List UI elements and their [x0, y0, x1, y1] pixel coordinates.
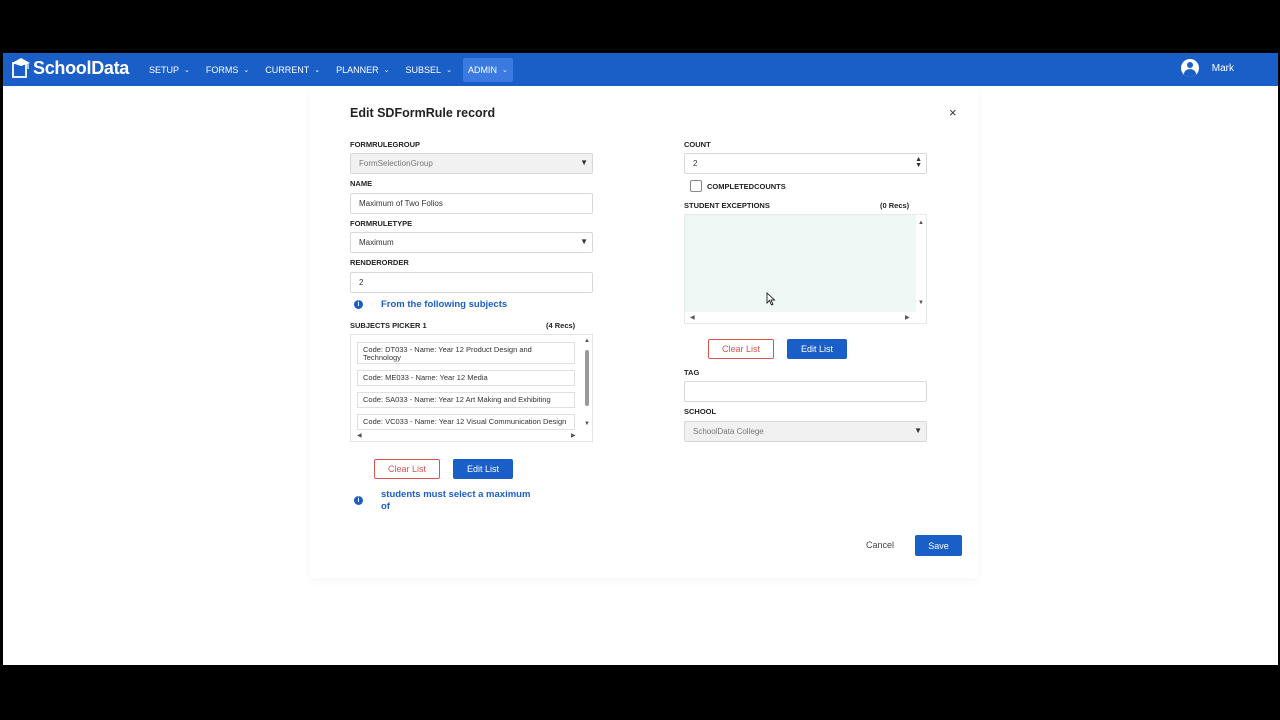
- renderorder-input[interactable]: 2: [350, 272, 593, 293]
- vertical-scrollbar[interactable]: ▲ ▼: [582, 335, 592, 433]
- nav-current[interactable]: CURRENT ⌄: [260, 58, 325, 82]
- count-label: COUNT: [684, 140, 711, 149]
- formruletype-select[interactable]: Maximum ▼: [350, 232, 593, 253]
- list-item[interactable]: Code: ME033 - Name: Year 12 Media: [357, 370, 575, 386]
- student-exceptions-count: (0 Recs): [880, 201, 910, 210]
- top-navbar: SchoolData SETUP ⌄ FORMS ⌄ CURRENT ⌄ PLANNE…: [3, 53, 1278, 86]
- mouse-cursor-icon: [766, 292, 776, 306]
- scroll-up-icon[interactable]: ▲: [584, 338, 590, 344]
- list-item[interactable]: Code: VC033 - Name: Year 12 Visual Commu…: [357, 414, 575, 430]
- scroll-right-icon[interactable]: ▶: [905, 314, 910, 321]
- formruletype-label: FORMRULETYPE: [350, 219, 413, 228]
- chevron-down-icon: ⌄: [446, 66, 452, 74]
- school-label: SCHOOL: [684, 407, 717, 416]
- nav-subsel-label: SUBSEL: [405, 64, 442, 75]
- subjects-picker-count: (4 Recs): [546, 321, 576, 330]
- stepper-icon[interactable]: ▲ ▼: [915, 156, 922, 169]
- close-icon[interactable]: ×: [949, 105, 957, 120]
- subjects-picker-list[interactable]: Code: DT033 - Name: Year 12 Product Desi…: [350, 334, 593, 442]
- list-item[interactable]: Code: DT033 - Name: Year 12 Product Desi…: [357, 342, 575, 364]
- chevron-down-icon: ⌄: [243, 66, 250, 74]
- info-subjects-text: From the following subjects: [381, 299, 508, 310]
- nav-admin-label: ADMIN: [467, 64, 497, 75]
- chevron-down-icon: ▼: [580, 158, 588, 167]
- save-button[interactable]: Save: [915, 535, 962, 556]
- nav-forms[interactable]: FORMS ⌄: [201, 58, 254, 82]
- list-item[interactable]: Code: SA033 - Name: Year 12 Art Making a…: [357, 392, 575, 408]
- name-input[interactable]: Maximum of Two Folios: [350, 193, 593, 214]
- edit-list-button[interactable]: Edit List: [787, 339, 847, 359]
- main-menu: SETUP ⌄ FORMS ⌄ CURRENT ⌄ PLANNER ⌄ SUBSEL ⌄ …: [144, 53, 519, 86]
- cancel-button[interactable]: Cancel: [858, 535, 902, 555]
- nav-current-label: CURRENT: [265, 64, 310, 75]
- clear-list-button[interactable]: Clear List: [374, 459, 440, 479]
- renderorder-value: 2: [359, 278, 364, 287]
- student-exceptions-label: STUDENT EXCEPTIONS: [684, 201, 770, 210]
- logo-text: SchoolData: [33, 57, 130, 78]
- scroll-down-icon[interactable]: ▼: [584, 421, 590, 427]
- formrulegroup-select[interactable]: FormSelectionGroup ▼: [350, 153, 593, 174]
- schooldata-logo[interactable]: SchoolData: [11, 57, 129, 79]
- chevron-down-icon: ▼: [580, 237, 588, 246]
- chevron-down-icon: ⌄: [383, 66, 390, 74]
- info-icon: i: [354, 496, 363, 505]
- tag-input[interactable]: [684, 381, 927, 402]
- nav-setup-label: SETUP: [149, 64, 180, 75]
- clear-list-button[interactable]: Clear List: [708, 339, 774, 359]
- formruletype-value: Maximum: [359, 238, 394, 247]
- school-value: SchoolData College: [693, 427, 764, 436]
- nav-admin[interactable]: ADMIN ⌄: [462, 57, 513, 82]
- dialog-title: Edit SDFormRule record: [350, 106, 496, 120]
- nav-planner[interactable]: PLANNER ⌄: [331, 58, 394, 82]
- renderorder-label: RENDERORDER: [350, 258, 409, 267]
- chevron-down-icon: ⌄: [184, 66, 190, 74]
- tag-label: TAG: [684, 368, 700, 377]
- logo-icon: [11, 57, 31, 79]
- user-avatar-icon: [1180, 59, 1199, 77]
- formrulegroup-label: FORMRULEGROUP: [350, 140, 420, 149]
- nav-setup[interactable]: SETUP ⌄: [144, 58, 195, 82]
- scroll-left-icon[interactable]: ◀: [357, 432, 362, 439]
- nav-planner-label: PLANNER: [336, 64, 379, 75]
- user-name: Mark: [1211, 62, 1234, 74]
- edit-list-button[interactable]: Edit List: [453, 459, 513, 479]
- info-icon: i: [354, 300, 363, 309]
- edit-record-dialog: Edit SDFormRule record × FORMRULEGROUP F…: [310, 86, 978, 578]
- name-label: NAME: [350, 179, 373, 188]
- user-menu[interactable]: Mark: [1180, 59, 1234, 77]
- chevron-down-icon: ▼: [914, 426, 922, 435]
- subjects-picker-label: SUBJECTS PICKER 1: [350, 321, 427, 330]
- chevron-down-icon: ⌄: [314, 66, 321, 74]
- app-window: SchoolData SETUP ⌄ FORMS ⌄ CURRENT ⌄ PLANNE…: [3, 53, 1278, 665]
- nav-forms-label: FORMS: [205, 64, 239, 75]
- count-input[interactable]: 2 ▲ ▼: [684, 153, 927, 174]
- scroll-up-icon[interactable]: ▲: [918, 220, 924, 226]
- school-select[interactable]: SchoolData College ▼: [684, 421, 927, 442]
- formrulegroup-value: FormSelectionGroup: [359, 159, 433, 168]
- exceptions-list-area[interactable]: [685, 215, 916, 312]
- scroll-down-icon[interactable]: ▼: [918, 300, 924, 306]
- scroll-left-icon[interactable]: ◀: [690, 314, 695, 321]
- name-value: Maximum of Two Folios: [359, 199, 443, 208]
- scroll-right-icon[interactable]: ▶: [571, 432, 576, 439]
- info-max-text: students must select a maximum of: [381, 489, 531, 512]
- chevron-down-icon: ⌄: [501, 66, 508, 74]
- student-exceptions-list[interactable]: ▲ ▼ ◀ ▶: [684, 214, 927, 324]
- nav-subsel[interactable]: SUBSEL ⌄: [401, 58, 457, 82]
- completedcounts-checkbox[interactable]: [690, 180, 702, 192]
- completedcounts-label: COMPLETEDCOUNTS: [707, 182, 786, 191]
- scroll-thumb[interactable]: [585, 350, 589, 406]
- count-value: 2: [693, 159, 698, 168]
